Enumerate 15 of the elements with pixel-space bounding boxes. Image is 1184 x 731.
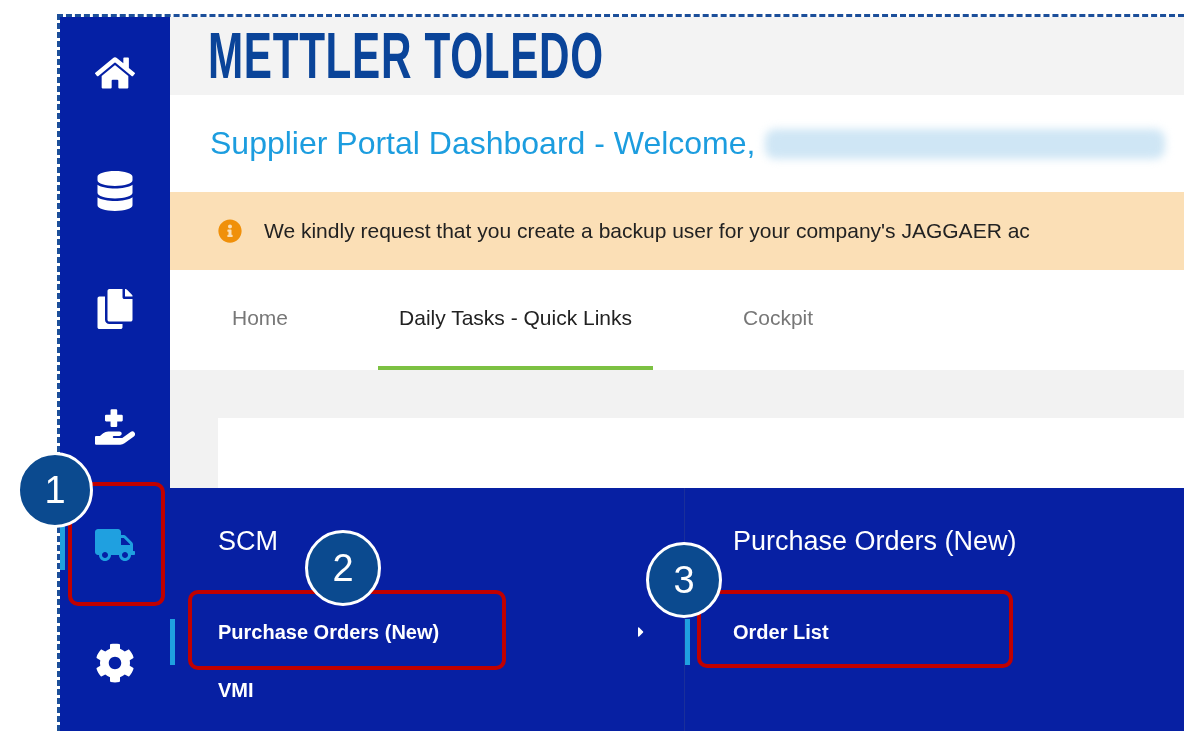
page-title: Supplier Portal Dashboard - Welcome,: [210, 125, 756, 162]
menu-heading: SCM: [218, 526, 278, 558]
notice-text: We kindly request that you create a backup user for your company's JAGGAER ac: [264, 219, 1030, 243]
step-number: 1: [17, 452, 93, 528]
tab[interactable]: Daily Tasks - Quick Links: [378, 270, 654, 370]
documents-icon: [95, 289, 135, 329]
tab[interactable]: Home: [211, 270, 310, 370]
info-icon: [218, 219, 242, 243]
logo: METTLER TOLEDO: [208, 24, 604, 88]
settings-icon: [95, 643, 135, 683]
menu-heading: Purchase Orders (New): [733, 526, 1017, 558]
help-hand-icon: [95, 407, 135, 447]
database-icon: [95, 171, 135, 211]
tab[interactable]: Cockpit: [722, 270, 835, 370]
menu-item[interactable]: VMI: [170, 677, 289, 723]
